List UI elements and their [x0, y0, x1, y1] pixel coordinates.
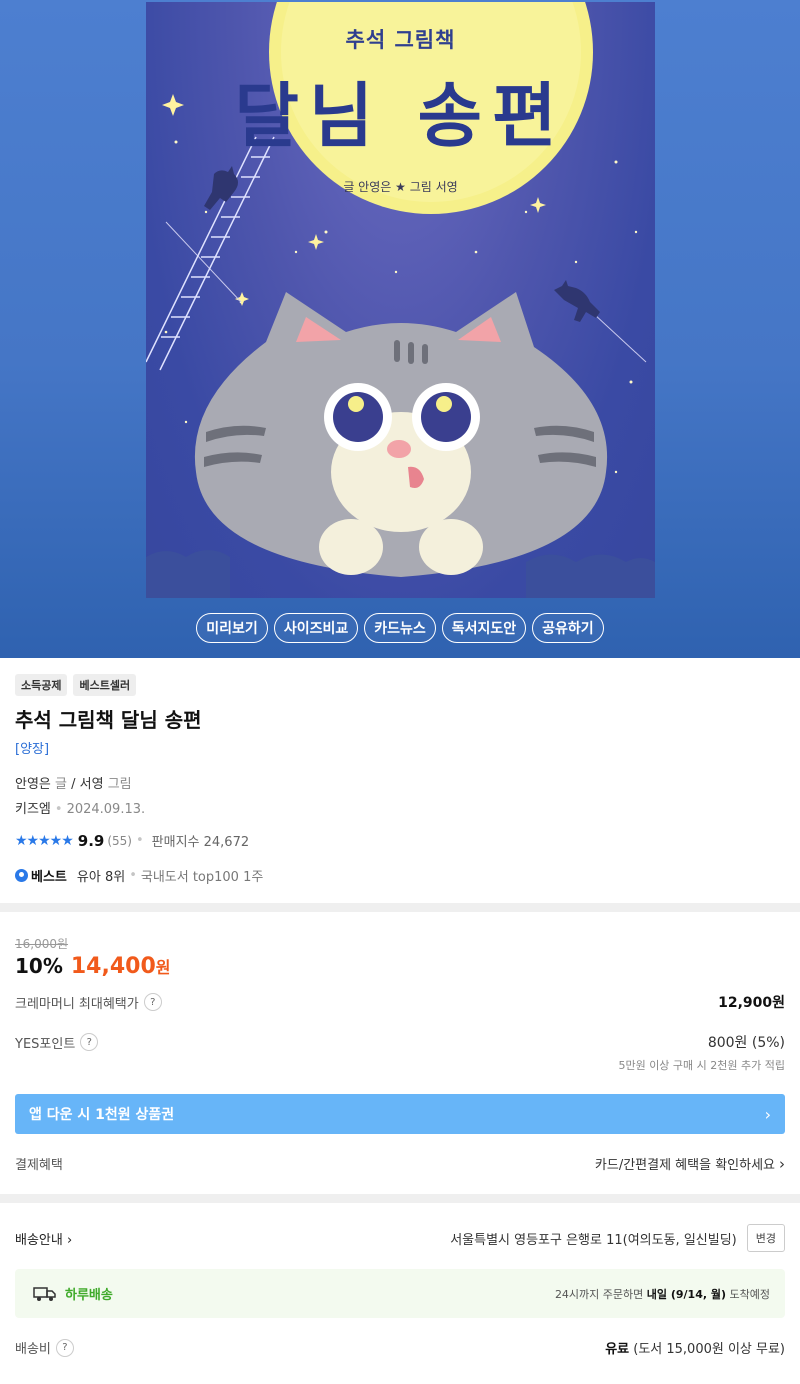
rank-label: 베스트: [31, 870, 67, 885]
publisher-line: 키즈엠 • 2024.09.13.: [15, 802, 146, 817]
delivery-row: 배송안내 › 서울특별시 영등포구 은행로 11(여의도동, 일신빌딩) 변경: [15, 1224, 785, 1252]
truck-icon: [33, 1286, 56, 1301]
publisher-link[interactable]: 키즈엠: [15, 802, 51, 817]
rank-category: 유아 8위: [76, 870, 126, 885]
change-address-button[interactable]: 변경: [746, 1224, 785, 1252]
tax-deduction-badge: 소득공제: [15, 674, 68, 696]
payment-benefit-label: 결제혜택: [15, 1158, 63, 1173]
size-compare-button[interactable]: 사이즈비교: [273, 613, 359, 643]
shipping-fee-row: 배송비? 유료 (도서 15,000원 이상 무료): [15, 1338, 785, 1357]
section-divider: [0, 1194, 800, 1203]
cover-series-text: 추석 그림책: [345, 28, 456, 52]
one-day-delivery-box: 하루배송 24시까지 주문하면 내일 (9/14, 월) 도착예정: [15, 1269, 785, 1318]
section-divider: [0, 903, 800, 912]
help-icon[interactable]: ?: [80, 1033, 99, 1051]
price-row: 10% 14,400 원: [15, 954, 171, 979]
rating-row[interactable]: ★★★★★ 9.9 (55) • 판매지수 24,672: [15, 831, 250, 851]
cover-credit-text: 글 안영은 ★ 그림 서영: [343, 180, 458, 194]
app-coupon-text: 앱 다운 시 1천원 상품권: [29, 1107, 175, 1123]
author-role: 글: [55, 777, 67, 792]
shipping-fee-value: 유료: [605, 1342, 630, 1357]
chevron-right-icon: ›: [764, 1104, 771, 1124]
payment-benefit-value: 카드/간편결제 혜택을 확인하세요: [594, 1158, 775, 1173]
payment-benefit-row[interactable]: 결제혜택 카드/간편결제 혜택을 확인하세요 ›: [15, 1154, 785, 1174]
hero-action-buttons: 미리보기 사이즈비교 카드뉴스 독서지도안 공유하기: [0, 613, 800, 643]
crema-benefit-row: 크레마머니 최대혜택가? 12,900원: [15, 992, 785, 1012]
author-line: 안영은 글 / 서영 그림: [15, 773, 132, 792]
book-cover-image[interactable]: 추석 그림책 달님 송편 글 안영은 ★ 그림 서영: [146, 2, 655, 598]
help-icon[interactable]: ?: [143, 993, 162, 1011]
delivery-address: 서울특별시 영등포구 은행로 11(여의도동, 일신빌딩): [450, 1232, 737, 1248]
reading-guide-button[interactable]: 독서지도안: [441, 613, 527, 643]
original-price: 16,000원: [15, 937, 69, 951]
rank-extra: 국내도서 top100 1주: [140, 870, 264, 885]
shipping-fee-label: 배송비: [15, 1342, 51, 1357]
delivery-info-link[interactable]: 배송안내 ›: [15, 1229, 72, 1248]
sale-price: 14,400: [70, 954, 156, 979]
format-link[interactable]: [양장]: [15, 738, 49, 757]
chevron-right-icon: ›: [779, 1154, 785, 1173]
sales-index: 판매지수 24,672: [151, 835, 250, 850]
product-title: 추석 그림책 달님 송편: [15, 708, 202, 732]
cover-title-text: 달님 송편: [234, 75, 567, 157]
arrival-estimate: 24시까지 주문하면 내일 (9/14, 월) 도착예정: [554, 1287, 770, 1301]
preview-button[interactable]: 미리보기: [196, 613, 268, 643]
star-icon: ★★★★★: [15, 832, 74, 849]
illustrator-role: 그림: [107, 777, 132, 792]
one-day-delivery-label: 하루배송: [65, 1288, 113, 1303]
yes-point-label: YES포인트: [15, 1036, 76, 1052]
shipping-fee-note: (도서 15,000원 이상 무료): [633, 1342, 785, 1357]
crema-benefit-label: 크레마머니 최대혜택가: [15, 996, 139, 1012]
yes-point-row: YES포인트? 800원 (5%): [15, 1032, 785, 1052]
sale-currency: 원: [155, 958, 171, 977]
arrival-date: 내일 (9/14, 월): [646, 1287, 727, 1301]
chevron-right-icon: ›: [66, 1232, 73, 1248]
help-icon[interactable]: ?: [55, 1338, 74, 1357]
yes-point-value: 800원 (5%): [707, 1035, 785, 1051]
card-news-button[interactable]: 카드뉴스: [364, 613, 436, 643]
best-badge-icon: [15, 869, 28, 882]
illustrator-link[interactable]: / 서영: [71, 777, 103, 792]
discount-rate: 10%: [15, 954, 63, 978]
hero-section: 추석 그림책 달님 송편 글 안영은 ★ 그림 서영 미리보기 사이즈비교 카드…: [0, 0, 800, 658]
crema-benefit-value: 12,900원: [718, 995, 785, 1011]
app-coupon-banner[interactable]: 앱 다운 시 1천원 상품권 ›: [15, 1094, 785, 1134]
rating-score: 9.9: [77, 831, 105, 850]
point-extra-note: 5만원 이상 구매 시 2천원 추가 적립: [618, 1059, 785, 1072]
badge-row: 소득공제 베스트셀러: [15, 674, 785, 696]
review-count: (55): [107, 833, 132, 848]
share-button[interactable]: 공유하기: [532, 613, 604, 643]
publish-date: 2024.09.13.: [66, 802, 146, 817]
bestseller-badge: 베스트셀러: [73, 674, 137, 696]
rank-row[interactable]: 베스트 유아 8위 • 국내도서 top100 1주: [15, 866, 263, 885]
author-link[interactable]: 안영은: [15, 777, 51, 792]
